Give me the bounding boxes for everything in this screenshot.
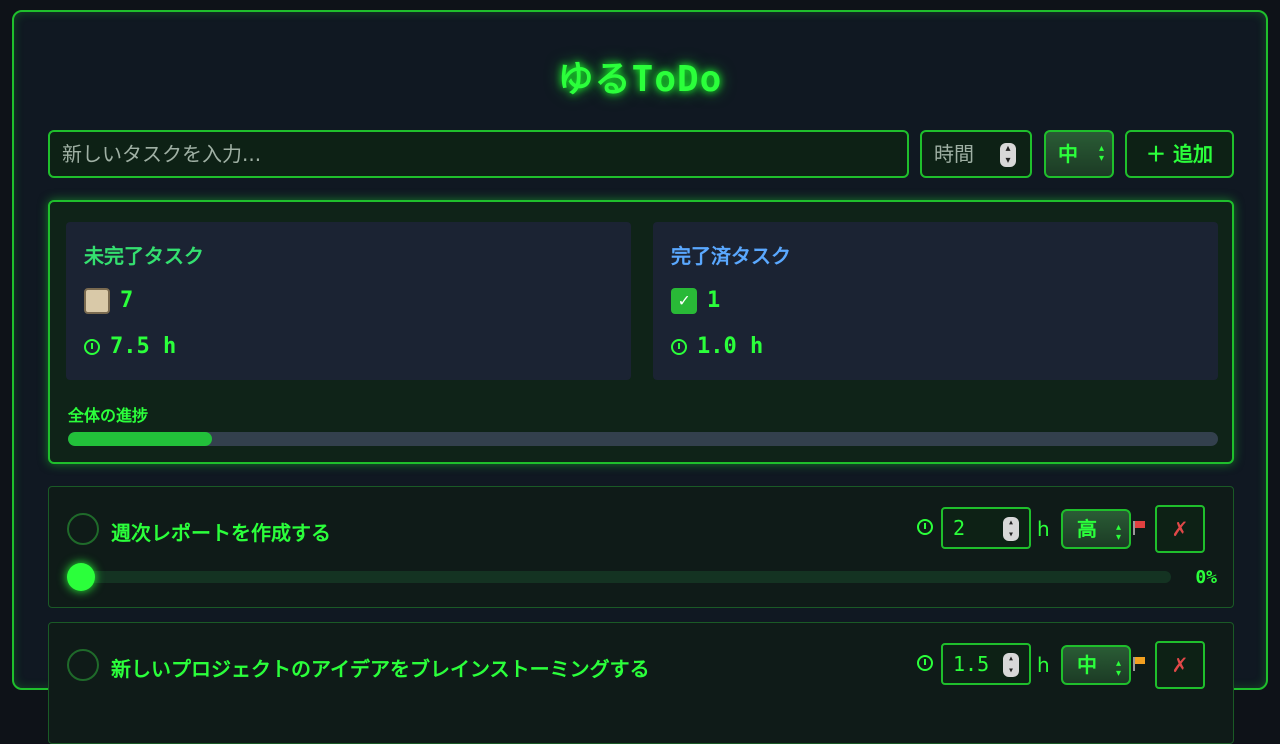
- pending-hours: 7.5 h: [110, 334, 177, 359]
- overall-progress-bar: [68, 432, 1218, 446]
- pending-count-row: 7: [84, 288, 133, 314]
- time-input[interactable]: 時間 ▴ ▾: [920, 130, 1032, 178]
- task-item: 新しいプロジェクトのアイデアをブレインストーミングする 1.5 ▴ ▾ h 中 ▴…: [48, 622, 1234, 744]
- spinner-icon[interactable]: ▴ ▾: [1000, 143, 1016, 167]
- app-title: ゆるToDo: [557, 59, 723, 100]
- task-title: 週次レポートを作成する: [111, 521, 331, 545]
- task-hours-value: 2: [953, 516, 966, 540]
- task-hours-value: 1.5: [953, 652, 990, 676]
- slider-thumb[interactable]: [67, 563, 95, 591]
- overall-progress-label: 全体の進捗: [68, 406, 149, 425]
- pending-stats-card: 未完了タスク 7 7.5 h: [66, 222, 631, 380]
- task-input[interactable]: 新しいタスクを入力...: [48, 130, 909, 178]
- task-priority-select[interactable]: 中 ▴ ▾: [1061, 645, 1131, 685]
- task-hours-input[interactable]: 2 ▴ ▾: [941, 507, 1031, 549]
- task-complete-checkbox[interactable]: [67, 513, 99, 545]
- pending-hours-row: 7.5 h: [84, 334, 176, 359]
- task-priority-value: 高: [1077, 517, 1097, 541]
- task-item: 週次レポートを作成する 2 ▴ ▾ h 高 ▴ ▾ ✗ 0%: [48, 486, 1234, 608]
- priority-flag-icon: [1133, 521, 1145, 535]
- clipboard-icon: [84, 288, 110, 314]
- task-priority-select[interactable]: 高 ▴ ▾: [1061, 509, 1131, 549]
- completed-stats-card: 完了済タスク ✓ 1 1.0 h: [653, 222, 1218, 380]
- hour-unit: h: [1037, 653, 1050, 677]
- stopwatch-icon: [671, 339, 687, 355]
- priority-flag-icon: [1133, 657, 1145, 671]
- priority-select[interactable]: 中 ▴ ▾: [1044, 130, 1114, 178]
- delete-task-button[interactable]: ✗: [1155, 505, 1205, 553]
- check-mark-icon: ✓: [671, 288, 697, 314]
- select-caret-icon: ▴ ▾: [1115, 658, 1121, 679]
- task-title: 新しいプロジェクトのアイデアをブレインストーミングする: [111, 657, 650, 681]
- task-controls: 2 ▴ ▾ h 高 ▴ ▾ ✗: [915, 505, 1215, 553]
- app-window: ゆるToDo 新しいタスクを入力... 時間 ▴ ▾ 中 ▴ ▾ ＋ 追加 未完了タ…: [12, 10, 1268, 744]
- spinner-icon[interactable]: ▴ ▾: [1003, 517, 1019, 541]
- task-hours-input[interactable]: 1.5 ▴ ▾: [941, 643, 1031, 685]
- completed-count-row: ✓ 1: [671, 288, 720, 314]
- add-task-button[interactable]: ＋ 追加: [1125, 130, 1234, 178]
- priority-select-value: 中: [1058, 142, 1078, 166]
- stats-panel: 未完了タスク 7 7.5 h 完了済タスク ✓ 1 1.0 h 全体の進捗: [48, 200, 1234, 464]
- completed-count: 1: [707, 288, 721, 313]
- task-progress-slider[interactable]: [67, 563, 1171, 591]
- task-progress-percent: 0%: [1195, 567, 1217, 588]
- task-complete-checkbox[interactable]: [67, 649, 99, 681]
- task-controls: 1.5 ▴ ▾ h 中 ▴ ▾ ✗: [915, 641, 1215, 689]
- task-priority-value: 中: [1077, 653, 1097, 677]
- select-caret-icon: ▴ ▾: [1098, 143, 1104, 164]
- overall-progress-fill: [68, 432, 212, 446]
- completed-hours: 1.0 h: [697, 334, 764, 359]
- stopwatch-icon: [84, 339, 100, 355]
- new-task-form: 新しいタスクを入力... 時間 ▴ ▾ 中 ▴ ▾ ＋ 追加: [48, 130, 1234, 178]
- completed-hours-row: 1.0 h: [671, 334, 763, 359]
- completed-title: 完了済タスク: [671, 244, 791, 268]
- pending-count: 7: [120, 288, 134, 313]
- stopwatch-icon: [917, 519, 933, 535]
- time-input-placeholder: 時間: [934, 142, 974, 166]
- select-caret-icon: ▴ ▾: [1115, 522, 1121, 543]
- stopwatch-icon: [917, 655, 933, 671]
- hour-unit: h: [1037, 517, 1050, 541]
- spinner-icon[interactable]: ▴ ▾: [1003, 653, 1019, 677]
- delete-task-button[interactable]: ✗: [1155, 641, 1205, 689]
- pending-title: 未完了タスク: [84, 244, 204, 268]
